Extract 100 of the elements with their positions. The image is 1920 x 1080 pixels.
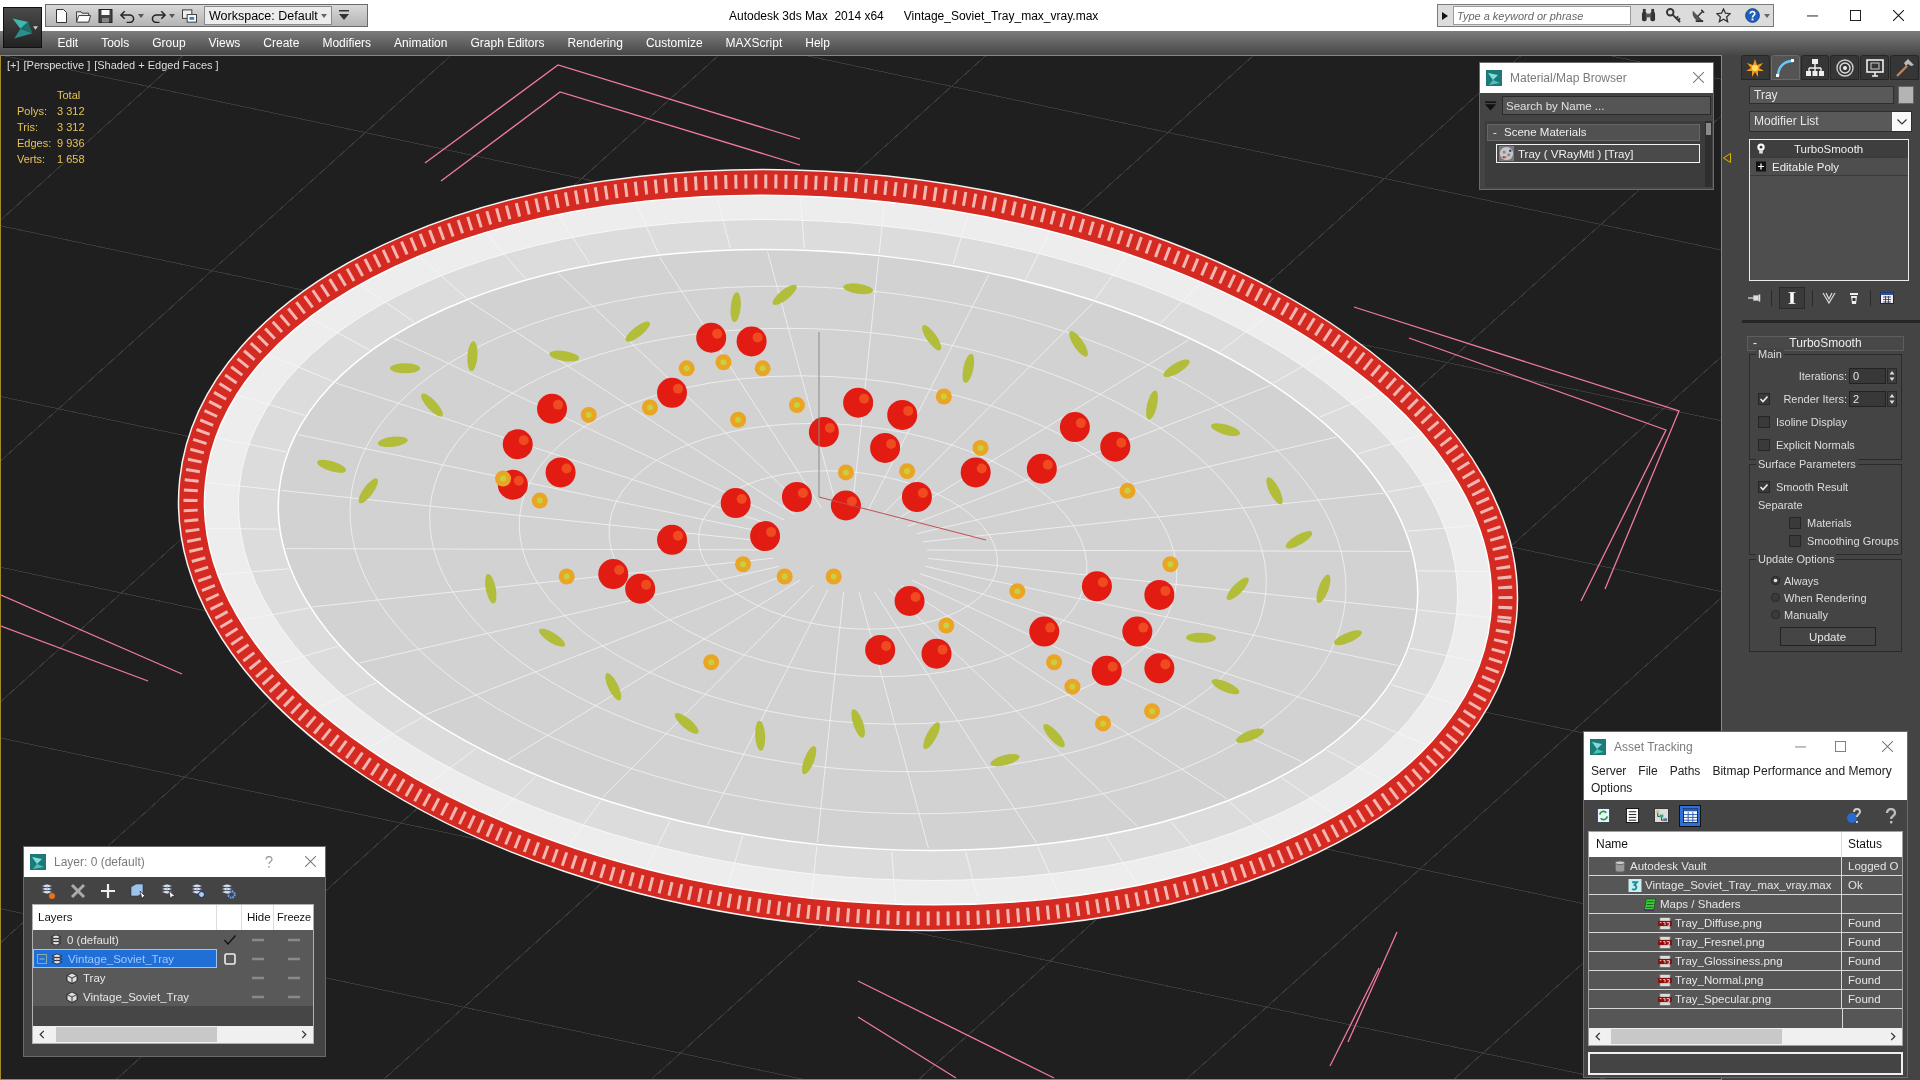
- expand-arrow-icon[interactable]: [1442, 11, 1448, 20]
- menu-item[interactable]: Paths: [1669, 763, 1701, 780]
- color-swatch-icon[interactable]: [1898, 86, 1914, 104]
- maximize-icon[interactable]: [1850, 10, 1861, 21]
- menu-item[interactable]: Tools: [89, 36, 141, 50]
- search-field[interactable]: Search by Name ...: [1502, 96, 1711, 115]
- caret-icon[interactable]: [169, 13, 175, 18]
- vertical-scrollbar[interactable]: [1705, 121, 1712, 187]
- radio-button[interactable]: [1771, 576, 1780, 585]
- key-icon[interactable]: [1666, 8, 1681, 23]
- panel-tab[interactable]: [1800, 55, 1830, 80]
- project-folder-icon[interactable]: [182, 8, 197, 23]
- checkbox[interactable]: [1789, 516, 1801, 529]
- menu-item[interactable]: File: [1638, 763, 1658, 780]
- bulb-icon[interactable]: [1756, 143, 1766, 154]
- checkbox[interactable]: [1758, 392, 1770, 405]
- spinner-arrows-icon[interactable]: [1887, 367, 1897, 384]
- app-menu-button[interactable]: [3, 7, 42, 48]
- help-globe-icon[interactable]: [1846, 807, 1862, 824]
- stack-tool-button[interactable]: [1779, 287, 1805, 309]
- help-icon[interactable]: [1745, 8, 1760, 23]
- stack-cursor-icon[interactable]: [160, 882, 176, 899]
- viewport-menu-label[interactable]: [Shaded + Edged Faces ]: [94, 59, 219, 71]
- scrollbar-thumb[interactable]: [1611, 1029, 1782, 1044]
- column-header[interactable]: Freeze: [274, 905, 313, 930]
- update-button[interactable]: Update: [1779, 627, 1876, 646]
- viewport-menu-label[interactable]: [Perspective ]: [23, 59, 91, 71]
- dish-icon[interactable]: [1691, 8, 1706, 23]
- menu-item[interactable]: MAXScript: [714, 36, 794, 50]
- modifier-stack-item[interactable]: Editable Poly: [1750, 158, 1908, 176]
- star-icon[interactable]: [1716, 8, 1731, 23]
- modifier-list-dropdown[interactable]: Modifier List: [1749, 111, 1912, 132]
- stack-gear-icon[interactable]: [220, 882, 236, 899]
- caret-icon[interactable]: [138, 13, 144, 18]
- open-folder-icon[interactable]: [76, 8, 91, 23]
- dropdown-arrow-icon[interactable]: [339, 9, 349, 22]
- checkmark-icon[interactable]: [223, 934, 236, 945]
- spinner-field[interactable]: 2: [1849, 390, 1886, 407]
- material-item[interactable]: Tray ( VRayMtl ) [Tray]: [1496, 144, 1700, 163]
- close-icon[interactable]: [1893, 10, 1904, 21]
- new-file-icon[interactable]: [54, 8, 69, 23]
- redo-icon[interactable]: [151, 8, 166, 23]
- menu-item[interactable]: Graph Editors: [458, 36, 556, 50]
- panel-tab[interactable]: [1770, 55, 1800, 80]
- radio-button[interactable]: [1771, 610, 1780, 619]
- transform-gizmo[interactable]: [818, 331, 987, 541]
- radio-button[interactable]: [1771, 593, 1780, 602]
- delete-icon[interactable]: [70, 882, 86, 899]
- asset-row[interactable]: Maps / Shaders: [1589, 895, 1902, 914]
- workspace-dropdown[interactable]: Workspace: Default: [204, 6, 332, 25]
- help-icon[interactable]: [1883, 807, 1899, 824]
- checkbox[interactable]: [1758, 438, 1770, 451]
- menu-item[interactable]: Views: [197, 36, 252, 50]
- undo-icon[interactable]: [120, 8, 135, 23]
- asset-row[interactable]: Vintage_Soviet_Tray_max_vray.max Ok: [1589, 876, 1902, 895]
- menu-item[interactable]: Animation: [382, 36, 459, 50]
- layer-name-cell[interactable]: Vintage_Soviet_Tray: [33, 987, 217, 1006]
- asset-row[interactable]: Tray_Diffuse.png Found: [1589, 914, 1902, 933]
- scrollbar-thumb[interactable]: [56, 1027, 217, 1042]
- asset-row[interactable]: Tray_Specular.png Found: [1589, 990, 1902, 1009]
- group-header[interactable]: - Scene Materials: [1487, 124, 1700, 141]
- menu-item[interactable]: Edit: [46, 36, 90, 50]
- modifier-stack-item[interactable]: TurboSmooth: [1750, 140, 1908, 158]
- asset-row[interactable]: Tray_Fresnel.png Found: [1589, 933, 1902, 952]
- asset-row[interactable]: Tray_Normal.png Found: [1589, 971, 1902, 990]
- checkbox[interactable]: [1758, 415, 1770, 428]
- menu-item[interactable]: Server: [1591, 763, 1627, 780]
- menu-item[interactable]: Options: [1591, 780, 1633, 797]
- empty-box-icon[interactable]: [223, 952, 236, 965]
- column-header[interactable]: Status: [1842, 832, 1902, 857]
- menu-item[interactable]: Group: [140, 36, 198, 50]
- panel-tab[interactable]: [1860, 55, 1890, 80]
- asset-row[interactable]: Autodesk Vault Logged O: [1589, 857, 1902, 876]
- menu-item[interactable]: Help: [793, 36, 842, 50]
- path-input-field[interactable]: [1588, 1052, 1903, 1075]
- cube-cursor-icon[interactable]: [130, 882, 146, 899]
- rollout-header[interactable]: - TurboSmooth: [1747, 336, 1904, 351]
- menu-item[interactable]: Modifiers: [310, 36, 383, 50]
- viewport-menu-label[interactable]: [+]: [7, 59, 20, 71]
- object-name-field[interactable]: Tray: [1749, 86, 1894, 104]
- asset-row[interactable]: Tray_Glossiness.png Found: [1589, 952, 1902, 971]
- search-field[interactable]: Type a keyword or phrase: [1453, 6, 1631, 25]
- menu-item[interactable]: Create: [251, 36, 311, 50]
- plus-box-icon[interactable]: [1756, 161, 1766, 172]
- layer-name-cell[interactable]: Tray: [33, 968, 217, 987]
- menu-item[interactable]: Customize: [634, 36, 715, 50]
- plus-icon[interactable]: [100, 882, 116, 899]
- horizontal-scrollbar[interactable]: [1589, 1028, 1902, 1045]
- checkbox[interactable]: [1758, 480, 1770, 493]
- spinner-field[interactable]: 0: [1849, 367, 1886, 384]
- stack-dot-icon[interactable]: [40, 882, 56, 899]
- stack-magnifier-icon[interactable]: [190, 882, 206, 899]
- save-icon[interactable]: [98, 8, 113, 23]
- column-header[interactable]: Layers: [33, 905, 217, 930]
- layer-name-cell[interactable]: 0 (default): [33, 930, 217, 949]
- binoculars-icon[interactable]: [1641, 8, 1656, 23]
- toolbar-button[interactable]: [1679, 804, 1701, 827]
- spinner-arrows-icon[interactable]: [1887, 390, 1897, 407]
- caret-icon[interactable]: [1764, 13, 1770, 18]
- panel-tab[interactable]: [1830, 55, 1860, 80]
